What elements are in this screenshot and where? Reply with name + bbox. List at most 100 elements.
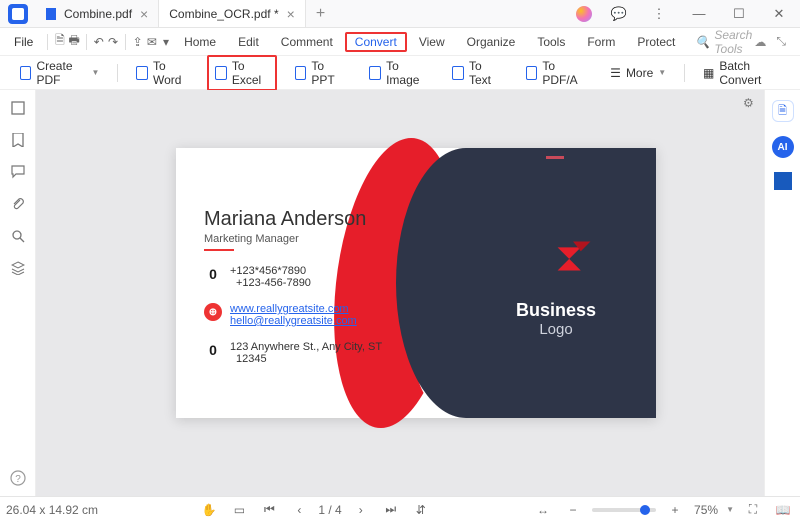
to-excel-button[interactable]: To Excel — [207, 55, 277, 91]
minimize-button[interactable]: — — [686, 3, 712, 25]
scroll-mode-icon[interactable]: ⇵ — [410, 499, 432, 521]
menu-tools[interactable]: Tools — [527, 32, 575, 52]
ms-word-icon[interactable] — [774, 172, 792, 190]
sliders-icon[interactable]: ⚙ — [743, 96, 759, 112]
to-word-button[interactable]: To Word — [128, 55, 197, 91]
label: To Image — [386, 59, 426, 87]
menu-lines-icon: ☰ — [610, 66, 621, 80]
fit-width-icon[interactable]: ↔ — [532, 499, 554, 521]
ai-icon[interactable]: AI — [772, 136, 794, 158]
file-menu[interactable]: File — [6, 35, 41, 49]
new-tab-button[interactable]: + — [306, 5, 335, 23]
zoom-in-button[interactable]: + — [664, 499, 686, 521]
person-role: Marketing Manager — [204, 233, 382, 245]
search-panel-icon[interactable] — [10, 228, 26, 244]
label: Batch Convert — [719, 59, 780, 87]
text-icon — [452, 66, 464, 80]
cloud-icon[interactable]: ☁ — [754, 35, 766, 49]
create-pdf-button[interactable]: Create PDF ▼ — [12, 55, 107, 91]
to-ppt-button[interactable]: To PPT — [287, 55, 352, 91]
thumbnails-icon[interactable] — [10, 100, 26, 116]
layers-icon[interactable] — [10, 260, 26, 276]
left-rail: ? — [0, 90, 36, 496]
tab-combine[interactable]: Combine.pdf × — [36, 0, 159, 27]
brand-text: Business Logo — [496, 300, 616, 338]
print-icon[interactable]: 🖶 — [68, 31, 80, 53]
search-placeholder: Search Tools — [714, 28, 752, 56]
grid-icon: ▦ — [703, 66, 714, 80]
phone-icon: 0 — [204, 265, 222, 283]
page-content: Business Logo Mariana Anderson Marketing… — [176, 148, 656, 418]
zoom-slider[interactable] — [592, 508, 656, 512]
first-page-button[interactable]: ⏮ — [258, 499, 280, 521]
close-icon[interactable]: × — [140, 6, 148, 22]
page-indicator[interactable]: 1 / 4 — [318, 503, 341, 517]
last-page-button[interactable]: ⏭ — [380, 499, 402, 521]
menu-organize[interactable]: Organize — [457, 32, 526, 52]
person-name: Mariana Anderson — [204, 208, 382, 231]
label: More — [626, 66, 653, 80]
help-icon[interactable]: ? — [10, 470, 26, 486]
chevron-down-icon[interactable]: ▾ — [160, 31, 172, 53]
email-icon[interactable]: ✉ — [146, 31, 158, 53]
expand-icon[interactable]: ⤡ — [776, 34, 786, 49]
menu-edit[interactable]: Edit — [228, 32, 269, 52]
menubar: File 🗎 🖶 ↶ ↷ ⇪ ✉ ▾ Home Edit Comment Con… — [0, 28, 800, 56]
hand-tool-icon[interactable]: ✋ — [198, 499, 220, 521]
search-tools[interactable]: 🔍 Search Tools — [695, 28, 752, 56]
zoom-out-button[interactable]: − — [562, 499, 584, 521]
next-page-button[interactable]: › — [350, 499, 372, 521]
comment-icon[interactable] — [10, 164, 26, 180]
label: To PPT — [311, 59, 343, 87]
fullscreen-icon[interactable]: ⛶ — [742, 499, 764, 521]
select-tool-icon[interactable]: ▭ — [228, 499, 250, 521]
to-image-button[interactable]: To Image — [361, 55, 434, 91]
batch-convert-button[interactable]: ▦ Batch Convert — [695, 55, 788, 91]
email-link[interactable]: hello@reallygreatsite.com — [230, 315, 357, 327]
globe-icon: ⊕ — [204, 303, 222, 321]
chevron-down-icon[interactable]: ▼ — [726, 505, 734, 514]
tab-label: Combine.pdf — [64, 7, 132, 21]
read-mode-icon[interactable]: 📖 — [772, 499, 794, 521]
label: To Word — [153, 59, 189, 87]
tab-combine-ocr[interactable]: Combine_OCR.pdf * × — [159, 0, 306, 27]
menu-form[interactable]: Form — [577, 32, 625, 52]
redo-icon[interactable]: ↷ — [107, 31, 119, 53]
menu-convert[interactable]: Convert — [345, 32, 407, 52]
assistant-icon[interactable] — [576, 6, 592, 22]
undo-icon[interactable]: ↶ — [93, 31, 105, 53]
chevron-down-icon: ▼ — [91, 68, 99, 77]
convert-toolbar: Create PDF ▼ To Word To Excel To PPT To … — [0, 56, 800, 90]
menu-home[interactable]: Home — [174, 32, 226, 52]
label: Create PDF — [36, 59, 86, 87]
excel-icon — [215, 66, 227, 80]
label: To Text — [469, 59, 500, 87]
to-pdfa-button[interactable]: To PDF/A — [518, 55, 593, 91]
right-rail: 🗎 AI ⚙ — [764, 90, 800, 496]
website-link[interactable]: www.reallygreatsite.com — [230, 303, 357, 315]
kebab-icon[interactable]: ⋮ — [646, 3, 672, 25]
bookmark-icon[interactable] — [10, 132, 26, 148]
maximize-button[interactable]: ☐ — [726, 3, 752, 25]
tab-label: Combine_OCR.pdf * — [169, 7, 278, 21]
share-icon[interactable]: ⇪ — [132, 31, 144, 53]
search-icon: 🔍 — [695, 35, 710, 49]
menu-protect[interactable]: Protect — [627, 32, 685, 52]
close-button[interactable]: ✕ — [766, 3, 792, 25]
to-text-button[interactable]: To Text — [444, 55, 507, 91]
prev-page-button[interactable]: ‹ — [288, 499, 310, 521]
document-canvas[interactable]: Business Logo Mariana Anderson Marketing… — [36, 90, 764, 496]
feedback-icon[interactable]: 💬 — [606, 3, 632, 25]
convert-chip-icon[interactable]: 🗎 — [772, 100, 794, 122]
page-dimensions: 26.04 x 14.92 cm — [6, 503, 98, 517]
attachment-icon[interactable] — [10, 196, 26, 212]
underline — [204, 249, 234, 251]
more-button[interactable]: ☰ More ▼ — [602, 62, 674, 84]
pdfa-icon — [526, 66, 538, 80]
menu-comment[interactable]: Comment — [271, 32, 343, 52]
app-icon — [8, 4, 28, 24]
save-icon[interactable]: 🗎 — [54, 31, 66, 53]
svg-text:?: ? — [15, 474, 21, 485]
menu-view[interactable]: View — [409, 32, 455, 52]
close-icon[interactable]: × — [287, 6, 295, 22]
